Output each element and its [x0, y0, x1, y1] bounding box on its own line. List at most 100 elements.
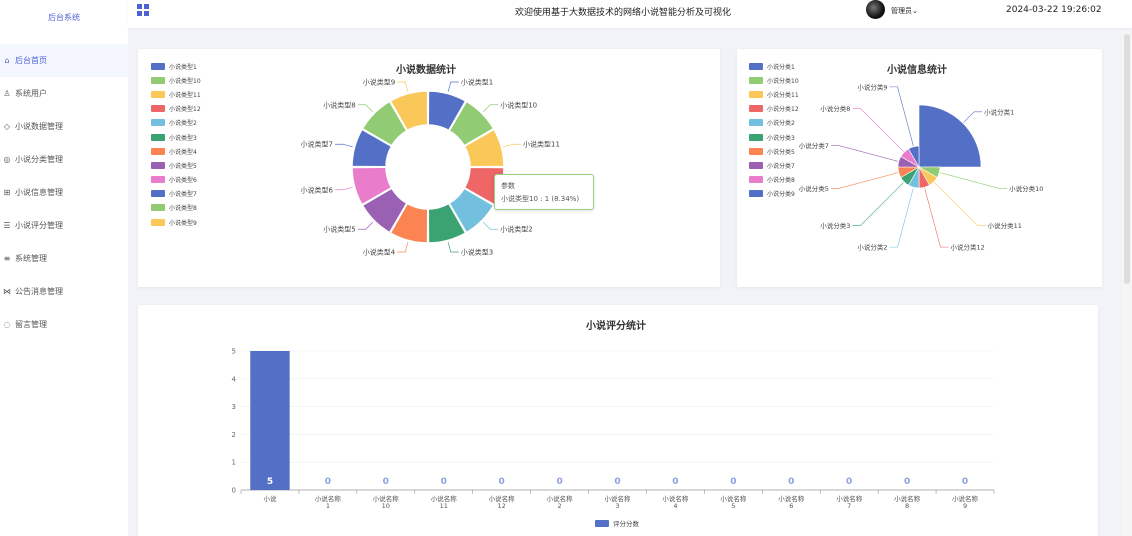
bar-value-label: 0 [325, 477, 331, 487]
legend-label: 评分分数 [613, 519, 640, 528]
sidebar-item-1[interactable]: ⌂ 后台首页 [0, 44, 128, 77]
label-line [482, 104, 499, 113]
chevron-down-icon: ⌄ [912, 7, 918, 15]
slice-label: 小说类型6 [301, 185, 334, 194]
share-icon: ⋈ [3, 287, 11, 296]
sidebar-item-4[interactable]: ◎ 小说分类管理 [0, 143, 128, 176]
user-menu[interactable]: 管理员⌄ [891, 6, 918, 16]
sidebar-item-label: 系统管理 [15, 254, 47, 263]
y-tick-label: 3 [232, 403, 236, 411]
label-line [852, 182, 904, 226]
slice-label: 小说类型5 [323, 225, 355, 234]
home-icon: ⌂ [4, 56, 10, 65]
sidebar-item-label: 小说评分管理 [15, 221, 63, 230]
label-line [357, 104, 374, 113]
sidebar-item-8[interactable]: ⋈ 公告消息管理 [0, 275, 128, 308]
apps-grid-icon[interactable] [137, 4, 149, 16]
brand-title: 后台系统 [48, 13, 80, 22]
bar-value-label: 0 [730, 477, 736, 487]
bar-value-label: 0 [499, 477, 505, 487]
sidebar-item-6[interactable]: ☰ 小说评分管理 [0, 209, 128, 242]
x-tick-label: 小说 [263, 494, 277, 503]
y-tick-label: 1 [232, 459, 236, 467]
sidebar-item-5[interactable]: ⊞ 小说信息管理 [0, 176, 128, 209]
slice-label: 小说分类5 [799, 184, 829, 193]
bar-value-label: 0 [962, 477, 968, 487]
bar[interactable] [250, 351, 290, 490]
sidebar-item-label: 小说信息管理 [15, 188, 63, 197]
sidebar-item-label: 小说分类管理 [15, 155, 63, 164]
slice-label: 小说分类2 [857, 243, 887, 252]
label-line [889, 188, 914, 248]
tooltip-title: 参数 [501, 182, 515, 190]
label-line [334, 186, 353, 191]
slice-label: 小说类型3 [461, 248, 493, 257]
slice-label: 小说分类11 [988, 221, 1022, 230]
chart-tooltip: 参数 小说类型10 : 1 (8.34%) [494, 174, 594, 210]
menu-icon: ≡ [3, 254, 11, 263]
x-tick-label: 2 [558, 502, 562, 510]
x-tick-label: 1 [326, 502, 330, 510]
rose-chart: 小说分类1 小说分类10 小说分类11 小说分类12 小说分类2 小说分类3 小说分类5 小说… [799, 82, 1044, 252]
x-tick-label: 10 [382, 502, 390, 510]
label-line [963, 111, 983, 123]
slice-label: 小说分类9 [857, 82, 887, 91]
slice-label: 小说分类7 [799, 141, 829, 150]
slice-label: 小说类型8 [323, 100, 355, 109]
label-line [357, 221, 374, 230]
slice-label: 小说类型4 [363, 248, 396, 257]
sidebar: 后台系统 ⌂ 后台首页 ♙ 系统用户 ◇ 小说数据管理 ◎ 小说分类管理 ⊞ 小说信息管理 ☰ 小说评… [0, 0, 128, 536]
label-line [503, 143, 522, 148]
page-title: 欢迎使用基于大数据技术的网络小说智能分析及可视化 [515, 8, 732, 18]
label-line [397, 81, 409, 92]
datetime: 2024-03-22 19:26:02 [1006, 5, 1102, 15]
sidebar-menu: ⌂ 后台首页 ♙ 系统用户 ◇ 小说数据管理 ◎ 小说分类管理 ⊞ 小说信息管理 ☰ 小说评分管理 ≡ 系… [0, 44, 128, 341]
x-tick-label: 4 [673, 502, 677, 510]
bar-value-label: 0 [556, 477, 562, 487]
bar-value-label: 0 [383, 477, 389, 487]
bar-value-label: 0 [846, 477, 852, 487]
slice-label: 小说分类12 [950, 243, 984, 252]
grid-icon: ⊞ [3, 188, 11, 197]
donut-chart: 小说类型1小说类型10小说类型11小说类型12小说类型2小说类型3小说类型4小说… [301, 77, 560, 257]
bar-value-label: 0 [904, 477, 910, 487]
sidebar-item-7[interactable]: ≡ 系统管理 [0, 242, 128, 275]
list-icon: ☰ [3, 221, 11, 230]
sidebar-item-label: 小说数据管理 [15, 122, 63, 131]
label-line [830, 145, 898, 162]
x-tick-label: 11 [440, 502, 448, 510]
bar-value-label: 0 [672, 477, 678, 487]
slice-label: 小说分类3 [820, 221, 850, 230]
slice-label: 小说类型2 [500, 225, 532, 234]
bar-value-label: 0 [788, 477, 794, 487]
sidebar-item-label: 系统用户 [15, 89, 47, 98]
slice-label: 小说类型10 [500, 100, 537, 109]
legend-swatch[interactable] [595, 520, 609, 527]
label-line [447, 242, 459, 253]
sidebar-item-2[interactable]: ♙ 系统用户 [0, 77, 128, 110]
slice-label: 小说类型1 [461, 77, 493, 86]
avatar[interactable] [866, 0, 885, 19]
label-line [924, 188, 949, 248]
sidebar-item-3[interactable]: ◇ 小说数据管理 [0, 110, 128, 143]
cube-icon: ◇ [3, 122, 11, 131]
label-line [397, 242, 409, 253]
x-tick-label: 6 [789, 502, 793, 510]
slice-label: 小说类型11 [523, 140, 560, 149]
label-line [830, 172, 898, 189]
slice-label: 小说分类1 [984, 107, 1014, 116]
page-scrollbar[interactable] [1122, 30, 1132, 536]
bar-chart: 0123455小说0小说名称10小说名称100小说名称110小说名称120小说名… [232, 348, 995, 528]
x-tick-label: 5 [731, 502, 735, 510]
label-line [934, 182, 986, 226]
scrollbar-thumb[interactable] [1124, 34, 1130, 284]
user-icon: ♙ [3, 89, 11, 98]
x-tick-label: 7 [847, 502, 851, 510]
tooltip-text: 小说类型10 : 1 (8.34%) [501, 195, 580, 203]
bar-value-label: 5 [267, 477, 273, 487]
x-tick-label: 8 [905, 502, 909, 510]
slice-label: 小说类型9 [363, 77, 395, 86]
x-tick-label: 12 [498, 502, 506, 510]
sidebar-item-label: 留言管理 [15, 320, 47, 329]
sidebar-item-9[interactable]: ◌ 留言管理 [0, 308, 128, 341]
